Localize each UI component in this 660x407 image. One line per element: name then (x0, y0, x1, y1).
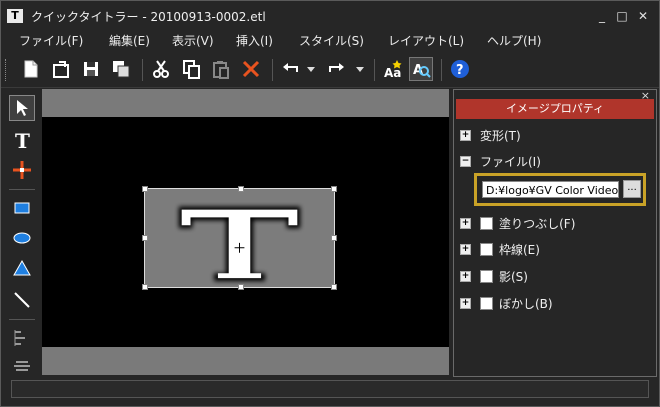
new-file-icon[interactable] (19, 57, 43, 81)
menu-style[interactable]: スタイル(S) (299, 32, 364, 49)
resize-handle[interactable] (331, 235, 337, 241)
image-object[interactable] (142, 186, 337, 290)
paste-icon[interactable] (209, 57, 233, 81)
section-shadow-label: 影(S) (499, 270, 528, 284)
section-transform[interactable]: + 変形(T) (460, 127, 521, 144)
section-file-label: ファイル(I) (480, 155, 541, 169)
fill-checkbox[interactable] (480, 217, 493, 230)
browse-button[interactable]: ... (623, 180, 641, 198)
delete-icon[interactable] (239, 57, 263, 81)
status-bar (11, 380, 649, 398)
resize-handle[interactable] (331, 284, 337, 290)
save-icon[interactable] (79, 57, 103, 81)
canvas-area[interactable] (42, 89, 449, 375)
crosshair-tool-icon[interactable] (9, 157, 35, 183)
logo-image (178, 206, 301, 282)
toolbar-separator (441, 59, 442, 81)
redo-icon[interactable] (324, 57, 348, 81)
menu-file[interactable]: ファイル(F) (19, 32, 83, 49)
svg-text:Aa: Aa (384, 66, 401, 79)
rectangle-tool-icon[interactable] (9, 195, 35, 221)
svg-text:T: T (15, 130, 30, 150)
expand-icon[interactable]: + (460, 218, 471, 229)
svg-text:A: A (413, 63, 423, 78)
copy-icon[interactable] (179, 57, 203, 81)
svg-text:?: ? (456, 63, 464, 78)
toolbar-separator (142, 59, 143, 81)
align-tool-icon[interactable] (9, 325, 35, 351)
resize-handle[interactable] (142, 284, 148, 290)
pointer-icon[interactable] (9, 95, 35, 121)
menu-edit[interactable]: 編集(E) (109, 32, 150, 49)
tool-separator (9, 319, 35, 320)
section-file[interactable]: − ファイル(I) (460, 153, 541, 170)
file-path-highlight: D:¥logo¥GV Color Video-I ... (474, 173, 646, 206)
toolbar-separator (272, 59, 273, 81)
triangle-tool-icon[interactable] (9, 255, 35, 281)
title-canvas[interactable] (42, 117, 449, 347)
section-border-label: 枠線(E) (499, 243, 540, 257)
menu-layout[interactable]: レイアウト(L) (388, 32, 464, 49)
window-title: クイックタイトラー - 20100913-0002.etl (31, 10, 266, 24)
section-border[interactable]: + 枠線(E) (460, 241, 540, 258)
resize-handle[interactable] (142, 235, 148, 241)
resize-handle[interactable] (142, 186, 148, 192)
resize-handle[interactable] (238, 284, 244, 290)
toolbar-separator (374, 59, 375, 81)
help-icon[interactable]: ? (448, 57, 472, 81)
expand-icon[interactable]: + (460, 244, 471, 255)
file-path-input[interactable]: D:¥logo¥GV Color Video-I (482, 181, 619, 198)
text-search-icon[interactable]: A (409, 57, 433, 81)
shadow-checkbox[interactable] (480, 270, 493, 283)
image-properties-panel: × イメージプロパティ + 変形(T) − ファイル(I) D:¥logo¥GV… (453, 89, 657, 377)
menu-help[interactable]: ヘルプ(H) (487, 32, 541, 49)
collapse-icon[interactable]: − (460, 156, 471, 167)
app-icon: T (7, 9, 23, 23)
expand-icon[interactable]: + (460, 298, 471, 309)
close-button[interactable]: ✕ (636, 10, 650, 22)
ellipse-tool-icon[interactable] (9, 225, 35, 251)
distribute-tool-icon[interactable] (9, 353, 35, 379)
tool-palette: T (1, 89, 41, 377)
minimize-button[interactable]: _ (595, 10, 609, 22)
section-transform-label: 変形(T) (480, 129, 521, 143)
section-blur[interactable]: + ぼかし(B) (460, 295, 553, 312)
maximize-button[interactable]: □ (615, 10, 629, 22)
menu-insert[interactable]: 挿入(I) (236, 32, 273, 49)
menu-view[interactable]: 表示(V) (172, 32, 214, 49)
redo-dropdown-icon[interactable] (353, 57, 367, 81)
section-fill[interactable]: + 塗りつぶし(F) (460, 215, 575, 232)
toolbar-grip[interactable] (5, 59, 9, 81)
save-as-icon[interactable] (109, 57, 133, 81)
cut-icon[interactable] (149, 57, 173, 81)
menu-bar: ファイル(F) 編集(E) 表示(V) 挿入(I) スタイル(S) レイアウト(… (1, 29, 659, 51)
toolbar: Aa A ? (1, 52, 659, 88)
resize-handle[interactable] (238, 186, 244, 192)
section-blur-label: ぼかし(B) (499, 297, 553, 311)
app-window: T クイックタイトラー - 20100913-0002.etl _ □ ✕ ファ… (0, 0, 660, 407)
border-checkbox[interactable] (480, 243, 493, 256)
undo-dropdown-icon[interactable] (304, 57, 318, 81)
section-shadow[interactable]: + 影(S) (460, 268, 528, 285)
title-bar: T クイックタイトラー - 20100913-0002.etl _ □ ✕ (1, 1, 659, 29)
resize-handle[interactable] (331, 186, 337, 192)
text-tool-icon[interactable]: T (9, 127, 35, 153)
undo-icon[interactable] (279, 57, 303, 81)
section-fill-label: 塗りつぶし(F) (499, 217, 576, 231)
blur-checkbox[interactable] (480, 297, 493, 310)
tool-separator (9, 189, 35, 190)
expand-icon[interactable]: + (460, 130, 471, 141)
open-file-icon[interactable] (49, 57, 73, 81)
expand-icon[interactable]: + (460, 271, 471, 282)
panel-title: イメージプロパティ (456, 99, 654, 119)
line-tool-icon[interactable] (9, 287, 35, 313)
text-style-icon[interactable]: Aa (381, 57, 405, 81)
